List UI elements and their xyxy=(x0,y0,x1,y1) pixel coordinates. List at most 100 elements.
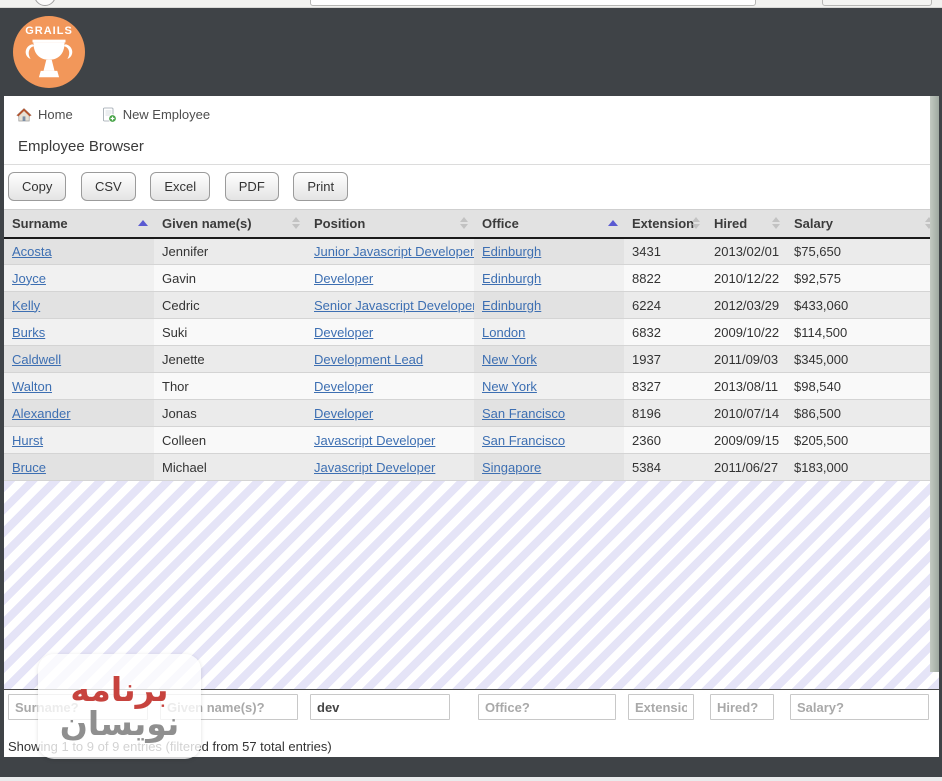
filter-surname-input[interactable] xyxy=(8,694,148,720)
sort-asc-icon xyxy=(138,220,148,227)
cell-extension: 8822 xyxy=(632,270,661,286)
table-row: Bruce Michael Javascript Developer Singa… xyxy=(4,453,939,481)
cell-salary: $205,500 xyxy=(794,432,849,448)
position-link[interactable]: Developer xyxy=(314,406,373,421)
sort-asc-icon xyxy=(608,220,618,227)
cell-extension: 3431 xyxy=(632,243,661,259)
new-document-icon xyxy=(102,107,117,123)
browser-button-partial[interactable] xyxy=(34,0,56,6)
office-link[interactable]: Edinburgh xyxy=(482,244,541,259)
breadcrumb-new-employee-link[interactable]: New Employee xyxy=(101,107,210,123)
cell-salary: $433,060 xyxy=(794,297,849,313)
column-header-given-names[interactable]: Given name(s) xyxy=(154,209,306,239)
sort-both-icon xyxy=(692,217,700,230)
column-header-hired[interactable]: Hired xyxy=(706,209,786,239)
surname-link[interactable]: Burks xyxy=(12,325,45,340)
copy-button[interactable]: Copy xyxy=(8,172,67,201)
employee-table: Surname Given name(s) Position Office Ex… xyxy=(4,209,939,481)
column-header-surname[interactable]: Surname xyxy=(4,209,154,239)
surname-link[interactable]: Hurst xyxy=(12,433,43,448)
office-link[interactable]: San Francisco xyxy=(482,433,565,448)
filter-extension-input[interactable] xyxy=(628,694,694,720)
surname-link[interactable]: Alexander xyxy=(12,406,71,421)
home-icon xyxy=(16,107,32,121)
cell-given: Thor xyxy=(162,378,189,394)
cell-salary: $92,575 xyxy=(794,270,841,286)
print-button[interactable]: Print xyxy=(293,172,349,201)
grails-logo[interactable]: GRAILS xyxy=(13,16,85,88)
surname-link[interactable]: Kelly xyxy=(12,298,40,313)
cell-given: Colleen xyxy=(162,432,207,448)
cell-salary: $98,540 xyxy=(794,378,841,394)
table-info-text: Showing 1 to 9 of 9 entries (filtered fr… xyxy=(8,739,332,754)
app-footer-bar xyxy=(0,757,942,777)
table-row: Acosta Jennifer Junior Javascript Develo… xyxy=(4,237,939,265)
filter-office-input[interactable] xyxy=(478,694,616,720)
sort-both-icon xyxy=(460,217,468,230)
cell-extension: 1937 xyxy=(632,351,661,367)
surname-link[interactable]: Acosta xyxy=(12,244,52,259)
position-link[interactable]: Senior Javascript Developer xyxy=(314,298,474,313)
table-row: Hurst Colleen Javascript Developer San F… xyxy=(4,426,939,454)
office-link[interactable]: New York xyxy=(482,379,537,394)
office-link[interactable]: San Francisco xyxy=(482,406,565,421)
cell-given: Jonas xyxy=(162,405,197,421)
column-header-extension[interactable]: Extension xyxy=(624,209,706,239)
table-header-row: Surname Given name(s) Position Office Ex… xyxy=(4,209,939,239)
column-header-salary[interactable]: Salary xyxy=(786,209,939,239)
filter-salary-input[interactable] xyxy=(790,694,929,720)
breadcrumb-home-label: Home xyxy=(38,107,73,122)
pdf-button[interactable]: PDF xyxy=(224,172,279,201)
excel-button[interactable]: Excel xyxy=(150,172,211,201)
position-link[interactable]: Javascript Developer xyxy=(314,433,435,448)
cell-salary: $183,000 xyxy=(794,459,849,475)
cell-hired: 2013/02/01 xyxy=(714,243,780,259)
surname-link[interactable]: Walton xyxy=(12,379,52,394)
csv-button[interactable]: CSV xyxy=(80,172,136,201)
cell-hired: 2011/09/03 xyxy=(714,351,779,367)
position-link[interactable]: Developer xyxy=(314,325,373,340)
title-block: Employee Browser xyxy=(4,138,939,165)
cell-hired: 2013/08/11 xyxy=(714,378,779,394)
export-toolbar: Copy CSV Excel PDF Print xyxy=(4,165,939,209)
surname-link[interactable]: Caldwell xyxy=(12,352,61,367)
cell-given: Jenette xyxy=(162,351,205,367)
position-link[interactable]: Developer xyxy=(314,271,373,286)
office-link[interactable]: New York xyxy=(482,352,537,367)
column-header-office[interactable]: Office xyxy=(474,209,624,239)
table-row: Alexander Jonas Developer San Francisco … xyxy=(4,399,939,427)
browser-search-box-partial[interactable] xyxy=(822,0,932,6)
column-header-position[interactable]: Position xyxy=(306,209,474,239)
position-link[interactable]: Development Lead xyxy=(314,352,423,367)
position-link[interactable]: Junior Javascript Developer xyxy=(314,244,474,259)
filter-hired-input[interactable] xyxy=(710,694,774,720)
position-link[interactable]: Javascript Developer xyxy=(314,460,435,475)
position-link[interactable]: Developer xyxy=(314,379,373,394)
browser-address-bar-partial[interactable] xyxy=(310,0,756,6)
table-row: Caldwell Jenette Development Lead New Yo… xyxy=(4,345,939,373)
office-link[interactable]: London xyxy=(482,325,525,340)
filter-given-input[interactable] xyxy=(160,694,298,720)
cell-salary: $86,500 xyxy=(794,405,841,421)
cell-hired: 2010/07/14 xyxy=(714,405,780,421)
surname-link[interactable]: Joyce xyxy=(12,271,46,286)
cell-salary: $114,500 xyxy=(794,324,848,340)
breadcrumb-new-employee-label: New Employee xyxy=(122,107,211,122)
scrollbar[interactable] xyxy=(930,96,939,672)
cell-extension: 8327 xyxy=(632,378,661,394)
office-link[interactable]: Singapore xyxy=(482,460,541,475)
office-link[interactable]: Edinburgh xyxy=(482,271,541,286)
table-row: Joyce Gavin Developer Edinburgh 8822 201… xyxy=(4,264,939,292)
filter-position-input[interactable] xyxy=(310,694,450,720)
sort-both-icon xyxy=(292,217,300,230)
surname-link[interactable]: Bruce xyxy=(12,460,46,475)
cell-extension: 8196 xyxy=(632,405,661,421)
breadcrumb-home-link[interactable]: Home xyxy=(16,107,73,123)
table-row: Burks Suki Developer London 6832 2009/10… xyxy=(4,318,939,346)
table-row: Walton Thor Developer New York 8327 2013… xyxy=(4,372,939,400)
page-title: Employee Browser xyxy=(18,138,144,155)
breadcrumb: Home New Employee xyxy=(4,96,939,126)
table-row: Kelly Cedric Senior Javascript Developer… xyxy=(4,291,939,319)
office-link[interactable]: Edinburgh xyxy=(482,298,541,313)
cell-hired: 2011/06/27 xyxy=(714,459,779,475)
